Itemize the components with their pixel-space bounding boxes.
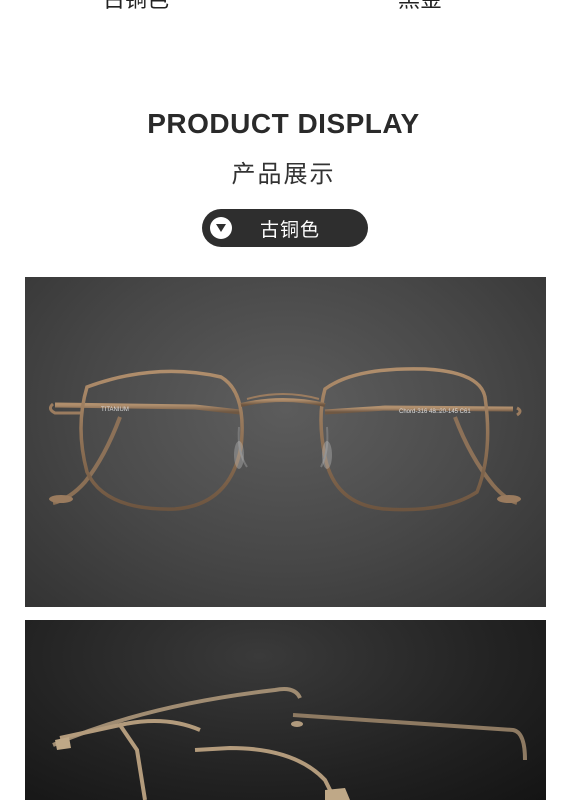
triangle-down-icon <box>210 217 232 239</box>
glasses-angle-illustration <box>52 687 527 800</box>
product-photo-angle <box>25 620 546 800</box>
temple-print-right: Chord-316 48□20-145 C61 <box>399 409 471 415</box>
section-title: PRODUCT DISPLAY <box>147 108 420 139</box>
previous-color-label: 古铜色 <box>103 0 170 13</box>
previous-color-label-2: 黑金 <box>398 0 443 13</box>
product-photo-front: TITANIUM Chord-316 48□20-145 C61 <box>25 277 546 607</box>
temple-print-left: TITANIUM <box>101 407 129 413</box>
section-subtitle: 产品展示 <box>231 160 336 188</box>
glasses-front-illustration: TITANIUM Chord-316 48□20-145 C61 <box>48 367 522 512</box>
color-variant-label: 古铜色 <box>260 218 321 241</box>
color-variant-badge[interactable]: 古铜色 <box>202 209 368 247</box>
previous-section-cut: 古铜色 黑金 <box>0 0 567 13</box>
